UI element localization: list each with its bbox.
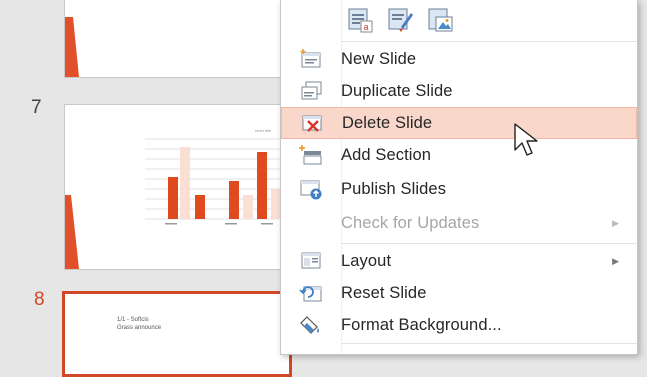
menu-item-format-background[interactable]: Format Background...	[281, 309, 637, 341]
slide-number-8: 8	[34, 289, 45, 310]
slide-7-chart: chart title	[65, 128, 285, 269]
menu-item-new-slide[interactable]: New Slide	[281, 43, 637, 75]
slide-accent-shape	[65, 195, 79, 269]
slide-accent-shape	[65, 17, 79, 77]
context-menu: a New Slide Duplicate Slide Delete Slide…	[280, 0, 638, 355]
delete-slide-icon	[282, 112, 342, 134]
publish-slides-icon	[281, 178, 341, 200]
paste-format-painter-icon[interactable]	[387, 7, 413, 38]
menu-item-label: Duplicate Slide	[341, 81, 453, 100]
add-section-icon	[281, 144, 341, 166]
chart-title: chart title	[255, 128, 272, 133]
paste-options-row: a	[347, 4, 453, 40]
paste-picture-icon[interactable]	[427, 7, 453, 38]
paste-keep-text-icon[interactable]: a	[347, 7, 373, 38]
duplicate-slide-icon	[281, 80, 341, 102]
menu-item-publish-slides[interactable]: Publish Slides	[281, 173, 637, 205]
submenu-arrow-icon: ▶	[612, 255, 619, 266]
menu-item-label: Add Section	[341, 145, 432, 164]
reset-slide-icon	[281, 282, 341, 304]
chart-bar	[195, 195, 205, 219]
slide-8-text-line-2: Grass announce	[117, 325, 162, 331]
chart-bar	[243, 195, 253, 219]
slide-number-7: 7	[31, 97, 42, 118]
slide-thumbnail-7[interactable]: chart title	[64, 104, 290, 270]
slide-8-text-line-1: 1/1 - Softcis	[117, 317, 149, 323]
menu-item-label: Delete Slide	[342, 113, 433, 132]
menu-item-label: Reset Slide	[341, 283, 427, 302]
chart-bar	[257, 152, 267, 219]
layout-icon	[281, 250, 341, 272]
menu-item-delete-slide[interactable]: Delete Slide	[281, 107, 637, 139]
mouse-pointer-icon	[514, 123, 538, 156]
menu-item-layout[interactable]: Layout ▶	[281, 245, 637, 277]
menu-item-check-for-updates: Check for Updates ▶	[281, 207, 637, 239]
slide-thumbnail-pane: 7 chart title 8 1/1 - Softcis Grass anno…	[0, 0, 300, 377]
menu-separator	[341, 343, 637, 344]
menu-item-add-section[interactable]: Add Section	[281, 139, 637, 171]
menu-separator	[341, 41, 637, 42]
menu-item-reset-slide[interactable]: Reset Slide	[281, 277, 637, 309]
menu-item-label: Layout	[341, 251, 392, 270]
menu-item-label: Publish Slides	[341, 179, 447, 198]
menu-separator	[341, 243, 637, 244]
chart-bar	[229, 181, 239, 219]
chart-bar	[168, 177, 178, 219]
slide-thumbnail-6[interactable]	[64, 0, 290, 78]
new-slide-icon	[281, 48, 341, 70]
menu-item-label: New Slide	[341, 49, 417, 68]
menu-item-duplicate-slide[interactable]: Duplicate Slide	[281, 75, 637, 107]
submenu-arrow-icon: ▶	[612, 217, 619, 228]
format-background-icon	[281, 314, 341, 336]
chart-bar	[180, 147, 190, 219]
menu-item-label: Format Background...	[341, 315, 502, 334]
slide-thumbnail-8[interactable]: 1/1 - Softcis Grass announce	[62, 291, 292, 377]
svg-text:a: a	[364, 22, 369, 32]
menu-item-label: Check for Updates	[341, 213, 480, 232]
